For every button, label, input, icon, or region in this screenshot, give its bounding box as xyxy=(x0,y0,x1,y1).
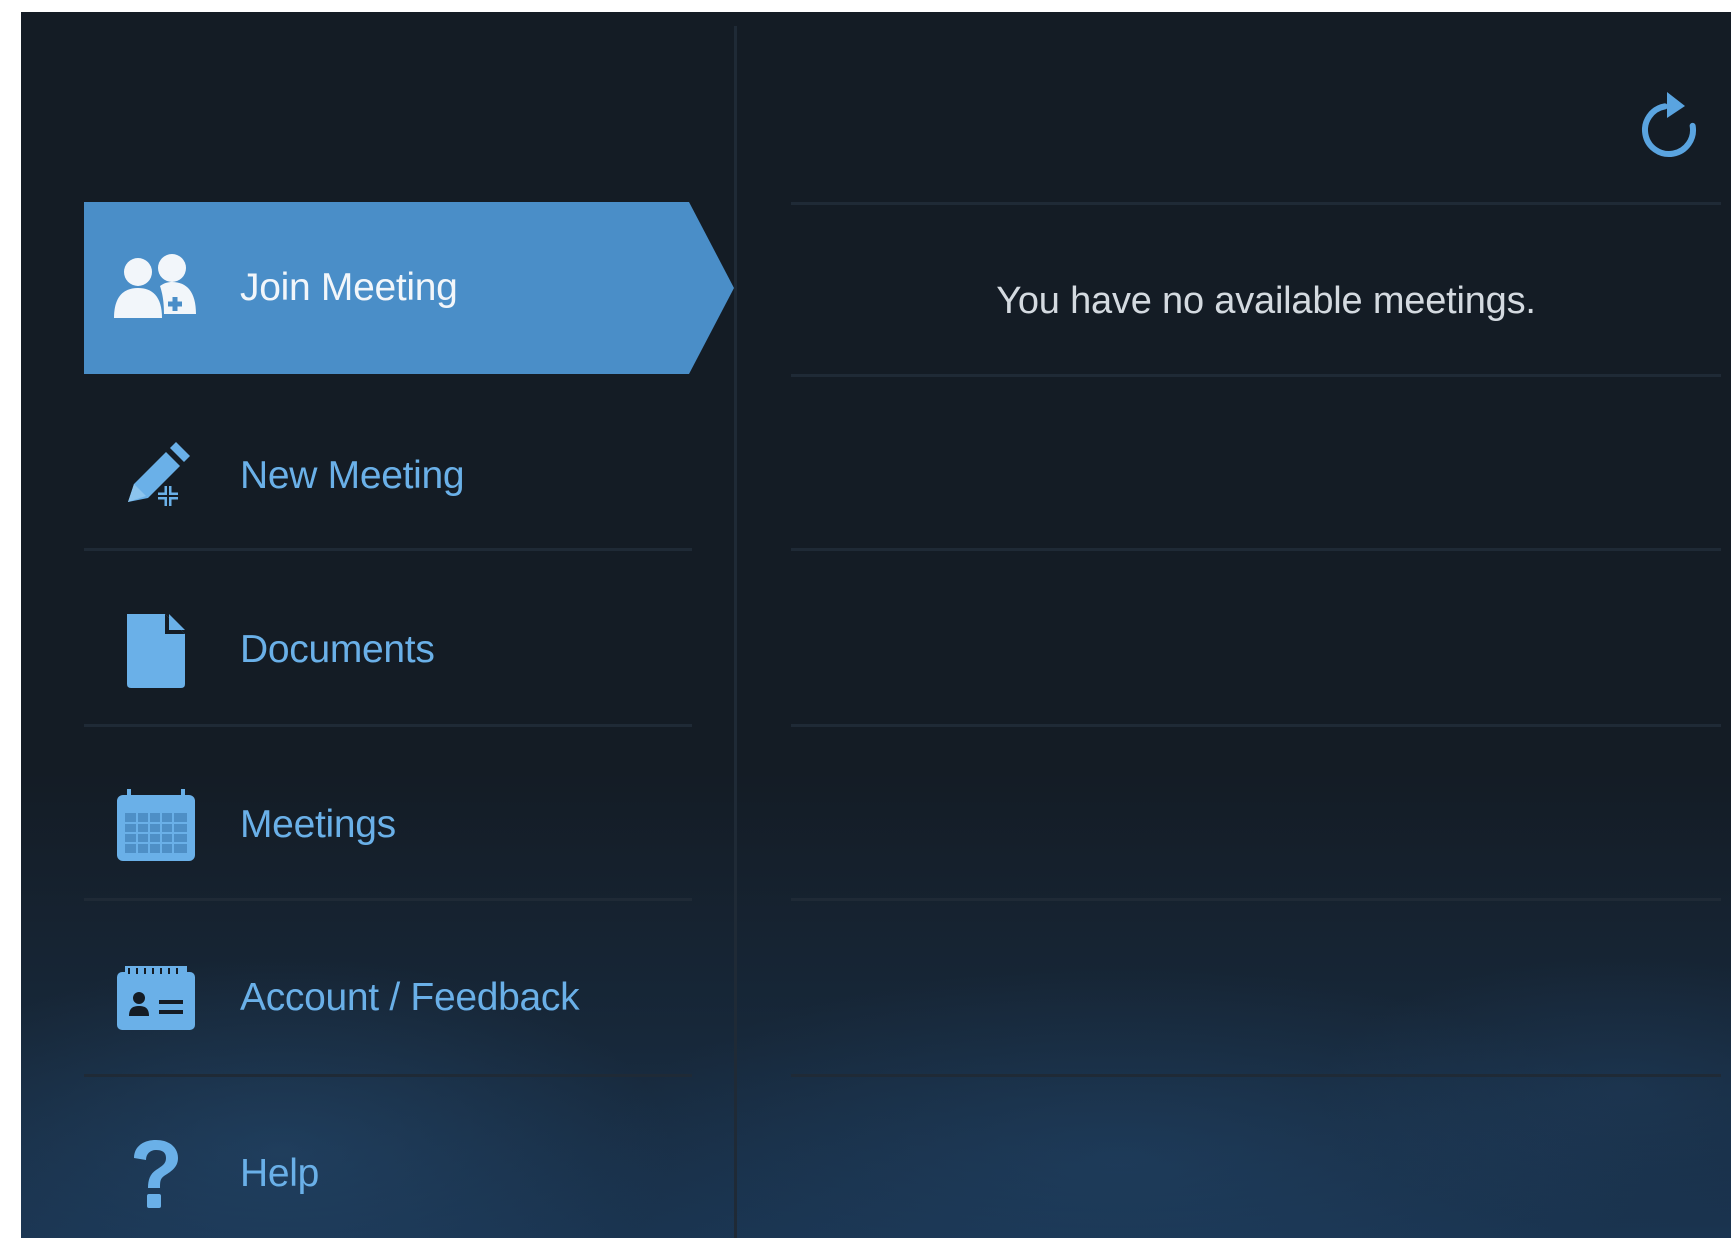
id-card-icon xyxy=(108,950,204,1046)
sidebar-item-label: Help xyxy=(240,1152,320,1195)
sidebar-item-label: Meetings xyxy=(240,803,396,846)
sidebar-item-documents[interactable]: Documents xyxy=(84,564,714,736)
empty-state-message: You have no available meetings. xyxy=(996,280,1536,322)
sidebar-item-meetings[interactable]: Meetings xyxy=(84,739,714,911)
sidebar-item-label: Account / Feedback xyxy=(240,976,580,1019)
refresh-icon xyxy=(1637,90,1701,167)
list-divider xyxy=(791,202,1721,205)
question-icon xyxy=(108,1126,204,1222)
sidebar-divider xyxy=(84,898,692,901)
list-divider xyxy=(791,724,1721,727)
sidebar-item-label: New Meeting xyxy=(240,454,465,497)
refresh-button[interactable] xyxy=(1629,88,1709,168)
sidebar-item-label: Join Meeting xyxy=(240,266,458,309)
sidebar-divider xyxy=(84,548,692,551)
sidebar-item-join-meeting[interactable]: Join Meeting xyxy=(84,202,734,374)
list-divider xyxy=(791,548,1721,551)
sidebar-item-account-feedback[interactable]: Account / Feedback xyxy=(84,912,714,1084)
pencil-plus-icon xyxy=(108,428,204,524)
sidebar-item-new-meeting[interactable]: New Meeting xyxy=(84,390,714,562)
pane-divider xyxy=(734,26,737,1238)
list-divider xyxy=(791,898,1721,901)
app-window: Join Meeting New Meeting Documents Meeti… xyxy=(21,12,1731,1238)
people-icon xyxy=(108,240,204,336)
list-divider xyxy=(791,1074,1721,1077)
document-icon xyxy=(108,602,204,698)
sidebar-item-help[interactable]: Help xyxy=(84,1088,714,1238)
sidebar-divider xyxy=(84,724,692,727)
calendar-icon xyxy=(108,777,204,873)
sidebar-item-label: Documents xyxy=(240,628,435,671)
list-divider xyxy=(791,374,1721,377)
sidebar-divider xyxy=(84,1074,692,1077)
